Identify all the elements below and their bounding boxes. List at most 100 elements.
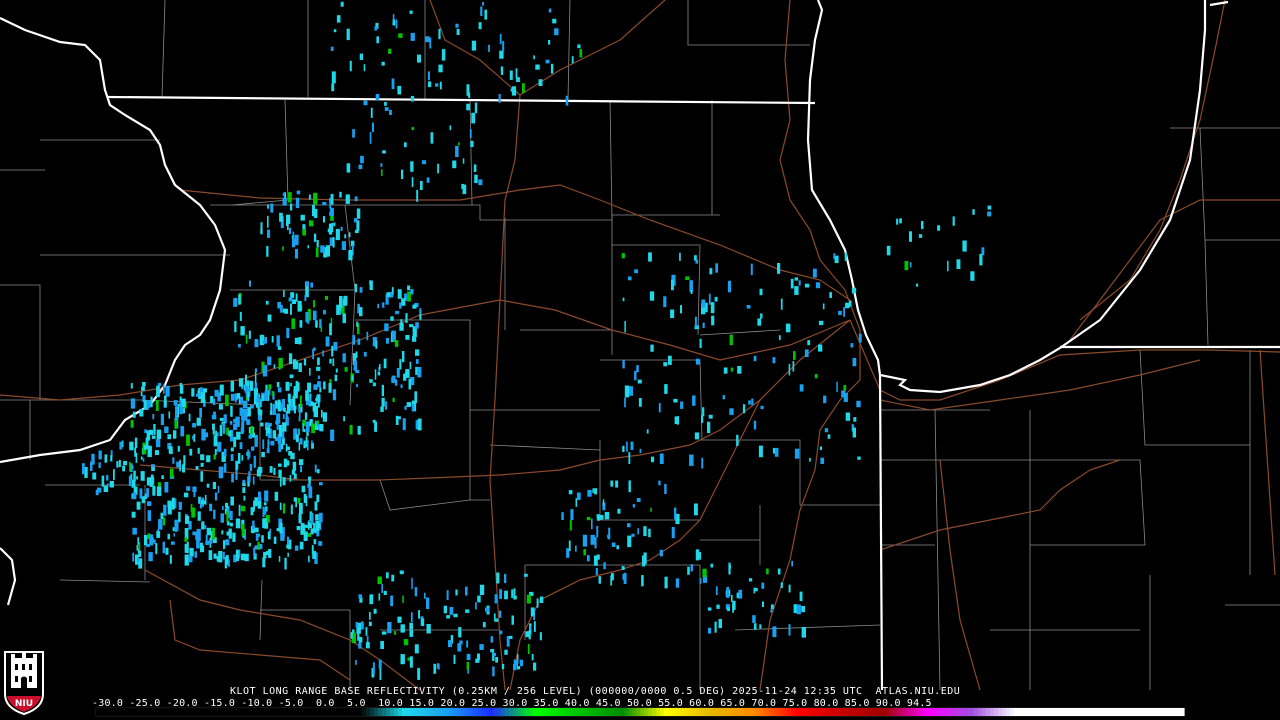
radar-echo	[142, 382, 146, 387]
radar-echo	[184, 537, 188, 542]
radar-echo	[751, 398, 754, 406]
radar-echo	[746, 305, 751, 309]
color-scale-segment	[612, 708, 617, 716]
color-scale-segment	[791, 708, 796, 716]
radar-echo	[248, 434, 252, 439]
radar-echo	[129, 461, 131, 472]
color-scale-segment	[393, 708, 399, 716]
radar-echo	[417, 367, 422, 378]
radar-echo	[141, 386, 145, 391]
radar-echo	[267, 229, 271, 238]
radar-echo	[617, 508, 621, 514]
radar-echo	[273, 536, 277, 544]
radar-echo	[182, 464, 186, 473]
radar-echo	[430, 132, 434, 144]
color-scale-segment	[382, 708, 387, 716]
radar-echo	[552, 18, 557, 24]
radar-echo	[511, 589, 514, 598]
radar-echo	[164, 395, 167, 406]
radar-echo	[335, 368, 338, 373]
radar-echo	[280, 304, 283, 313]
radar-echo	[455, 589, 458, 596]
radar-echo	[348, 250, 353, 261]
color-scale-segment	[910, 708, 915, 716]
radar-echo	[404, 142, 407, 148]
radar-echo	[695, 549, 700, 561]
radar-echo	[183, 492, 189, 498]
radar-echo	[718, 619, 722, 629]
radar-echo	[569, 519, 572, 531]
radar-echo	[288, 451, 292, 456]
radar-echo	[757, 318, 762, 326]
color-scale-segment	[1053, 708, 1058, 716]
radar-echo	[206, 483, 210, 488]
radar-echo	[382, 150, 386, 154]
radar-echo	[761, 582, 765, 589]
color-scale-labels: -30.0 -25.0 -20.0 -15.0 -10.0 -5.0 0.0 5…	[92, 698, 932, 709]
radar-echo	[770, 604, 774, 610]
radar-echo	[801, 627, 806, 638]
radar-echo	[313, 384, 318, 390]
radar-echo	[478, 22, 482, 30]
radar-echo	[649, 291, 655, 301]
color-scale-segment	[771, 708, 776, 716]
color-scale-segment	[266, 708, 272, 716]
radar-echo	[485, 607, 490, 612]
color-scale-segment	[107, 708, 113, 716]
radar-echo	[777, 263, 781, 274]
radar-echo	[723, 367, 728, 374]
radar-echo	[823, 395, 827, 404]
radar-echo	[257, 541, 260, 550]
radar-echo	[276, 382, 280, 388]
radar-echo	[671, 279, 674, 291]
radar-echo	[380, 406, 384, 412]
radar-echo	[103, 485, 109, 492]
radar-echo	[575, 545, 577, 552]
radar-echo	[410, 289, 414, 295]
radar-echo	[280, 476, 282, 487]
radar-echo	[504, 649, 508, 655]
radar-echo	[301, 485, 306, 493]
radar-echo	[181, 398, 186, 407]
radar-echo	[407, 285, 411, 291]
color-scale-segment	[914, 708, 919, 716]
radar-echo	[286, 214, 291, 224]
radar-echo	[383, 358, 387, 369]
radar-echo	[270, 402, 273, 415]
radar-echo	[626, 441, 628, 452]
radar-echo	[289, 374, 294, 379]
radar-echo	[248, 330, 251, 339]
radar-echo	[309, 368, 311, 376]
radar-echo	[962, 240, 967, 252]
radar-echo	[711, 302, 715, 309]
radar-echo	[154, 450, 159, 455]
radar-echo	[377, 371, 381, 376]
radar-echo	[315, 514, 319, 521]
radar-echo	[333, 29, 337, 33]
radar-echo	[598, 576, 601, 584]
radar-echo	[278, 463, 282, 467]
radar-echo	[188, 413, 191, 422]
radar-echo	[195, 393, 199, 397]
radar-echo	[302, 528, 306, 535]
radar-echo	[172, 457, 175, 464]
radar-echo	[267, 314, 272, 322]
color-scale-segment	[779, 708, 784, 716]
radar-echo	[628, 452, 631, 464]
radar-echo	[528, 630, 531, 640]
radar-echo	[84, 467, 88, 478]
radar-echo	[453, 613, 458, 618]
radar-echo	[247, 391, 250, 402]
radar-echo	[499, 630, 503, 635]
radar-echo	[356, 321, 359, 327]
radar-echo	[729, 408, 734, 415]
radar-echo	[843, 385, 847, 391]
radar-echo	[185, 515, 190, 524]
radar-echo	[155, 400, 159, 411]
radar-echo	[190, 504, 193, 512]
radar-echo	[397, 289, 402, 299]
radar-echo	[285, 446, 290, 451]
radar-echo	[224, 508, 227, 515]
radar-echo	[359, 287, 363, 293]
radar-echo	[772, 626, 777, 638]
